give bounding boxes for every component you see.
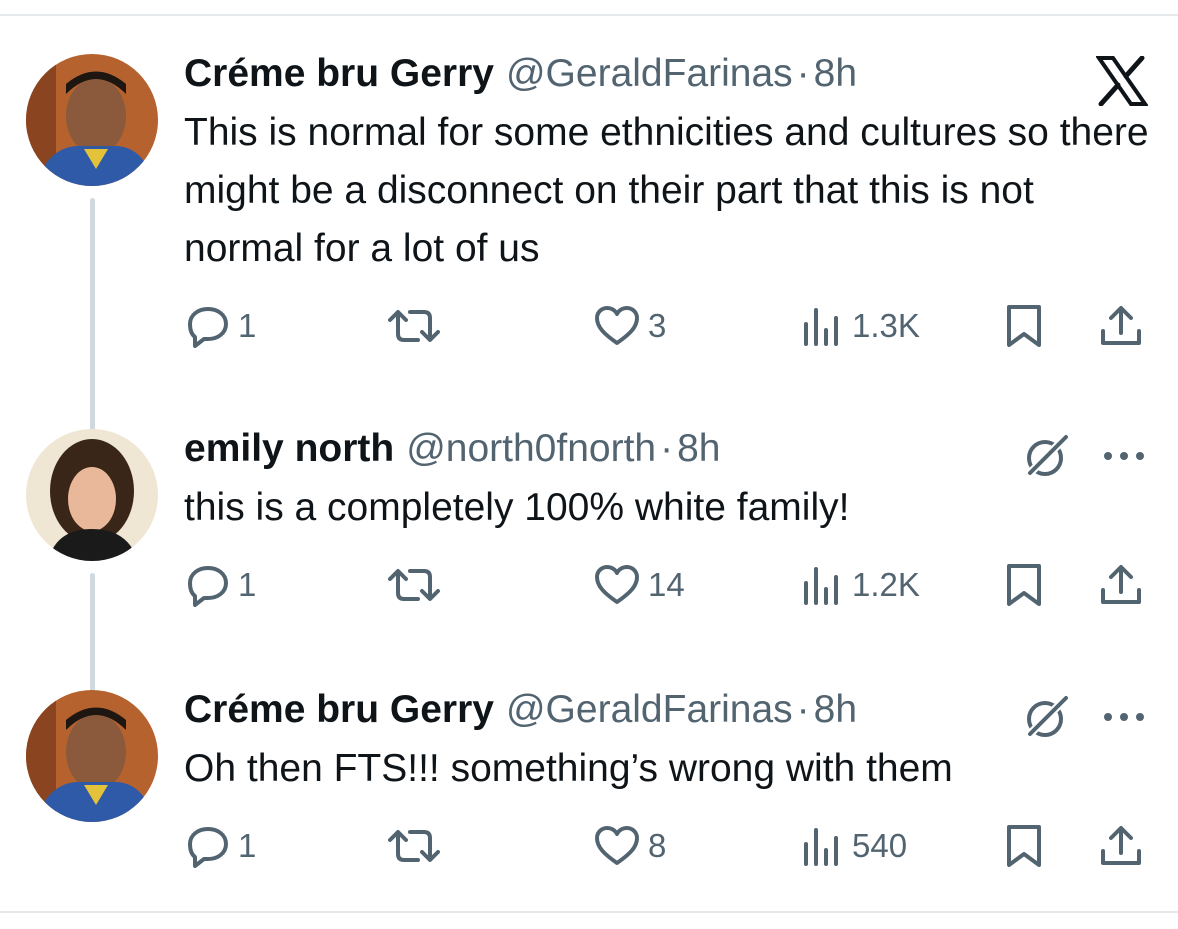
like-count: 3: [648, 307, 667, 344]
tweet-text: Oh then FTS!!! something’s wrong with th…: [184, 747, 953, 790]
heart-icon: [595, 565, 639, 604]
display-name[interactable]: Créme bru Gerry: [184, 50, 494, 98]
timestamp[interactable]: 8h: [814, 686, 857, 734]
retweet-button[interactable]: [386, 816, 442, 876]
separator-dot: ·: [796, 688, 810, 731]
views-chart-icon: [804, 567, 838, 605]
timestamp[interactable]: 8h: [814, 50, 857, 98]
bookmark-icon: [1007, 564, 1041, 606]
reply-count: 1: [238, 566, 257, 603]
like-button[interactable]: 8: [594, 816, 666, 876]
like-button[interactable]: 3: [594, 296, 666, 356]
action-bar: 1 3 1.3K: [0, 296, 1178, 356]
share-button[interactable]: [1098, 816, 1144, 876]
views-chart-icon: [804, 308, 838, 346]
reply-count: 1: [238, 827, 257, 864]
grok-icon[interactable]: [1022, 692, 1072, 742]
share-icon: [1101, 826, 1141, 865]
views-count: 1.3K: [852, 307, 920, 344]
action-bar: 1 8 540: [0, 816, 1178, 876]
tweet-text: this is a completely 100% white family!: [184, 486, 850, 529]
heart-icon: [595, 306, 639, 345]
tweet-text: This is normal for some ethnicities and …: [184, 111, 1149, 270]
separator-dot: ·: [660, 427, 674, 470]
tweet-header: Créme bru Gerry @GeraldFarinas · 8h: [184, 686, 857, 734]
action-bar: 1 14 1.2K: [0, 555, 1178, 615]
tweet-header: emily north @north0fnorth · 8h: [184, 425, 721, 473]
share-icon: [1101, 565, 1141, 604]
retweet-icon: [388, 310, 440, 342]
timestamp[interactable]: 8h: [677, 425, 720, 473]
like-button[interactable]: 14: [594, 555, 685, 615]
reply-button[interactable]: 1: [186, 816, 256, 876]
top-divider: [0, 14, 1178, 16]
heart-icon: [595, 826, 639, 865]
x-logo-icon: [1096, 56, 1148, 106]
more-options-icon[interactable]: [1100, 441, 1148, 471]
display-name[interactable]: Créme bru Gerry: [184, 686, 494, 734]
bookmark-icon: [1007, 825, 1041, 867]
like-count: 8: [648, 827, 667, 864]
avatar[interactable]: [26, 429, 158, 561]
share-icon: [1101, 306, 1141, 345]
reply-button[interactable]: 1: [186, 555, 256, 615]
display-name[interactable]: emily north: [184, 425, 394, 473]
views-count: 1.2K: [852, 566, 920, 603]
bottom-divider: [0, 911, 1178, 913]
share-button[interactable]: [1098, 296, 1144, 356]
reply-count: 1: [238, 307, 257, 344]
retweet-button[interactable]: [386, 555, 442, 615]
views-button[interactable]: 540: [800, 816, 907, 876]
retweet-icon: [388, 830, 440, 862]
user-handle[interactable]: @GeraldFarinas: [506, 686, 793, 734]
bookmark-button[interactable]: [1004, 555, 1044, 615]
separator-dot: ·: [796, 52, 810, 95]
reply-icon: [188, 827, 228, 868]
avatar[interactable]: [26, 54, 158, 186]
bookmark-icon: [1007, 305, 1041, 347]
views-button[interactable]: 1.3K: [800, 296, 920, 356]
user-handle[interactable]: @GeraldFarinas: [506, 50, 793, 98]
reply-icon: [188, 566, 228, 607]
avatar[interactable]: [26, 690, 158, 822]
views-count: 540: [852, 827, 908, 864]
retweet-button[interactable]: [386, 296, 442, 356]
bookmark-button[interactable]: [1004, 296, 1044, 356]
retweet-icon: [388, 569, 440, 601]
more-options-icon[interactable]: [1100, 702, 1148, 732]
share-button[interactable]: [1098, 555, 1144, 615]
views-chart-icon: [804, 828, 838, 866]
reply-button[interactable]: 1: [186, 296, 256, 356]
like-count: 14: [648, 566, 685, 603]
reply-icon: [188, 307, 228, 348]
grok-icon[interactable]: [1022, 431, 1072, 481]
bookmark-button[interactable]: [1004, 816, 1044, 876]
views-button[interactable]: 1.2K: [800, 555, 920, 615]
user-handle[interactable]: @north0fnorth: [406, 425, 656, 473]
tweet-header: Créme bru Gerry @GeraldFarinas · 8h: [184, 50, 857, 98]
